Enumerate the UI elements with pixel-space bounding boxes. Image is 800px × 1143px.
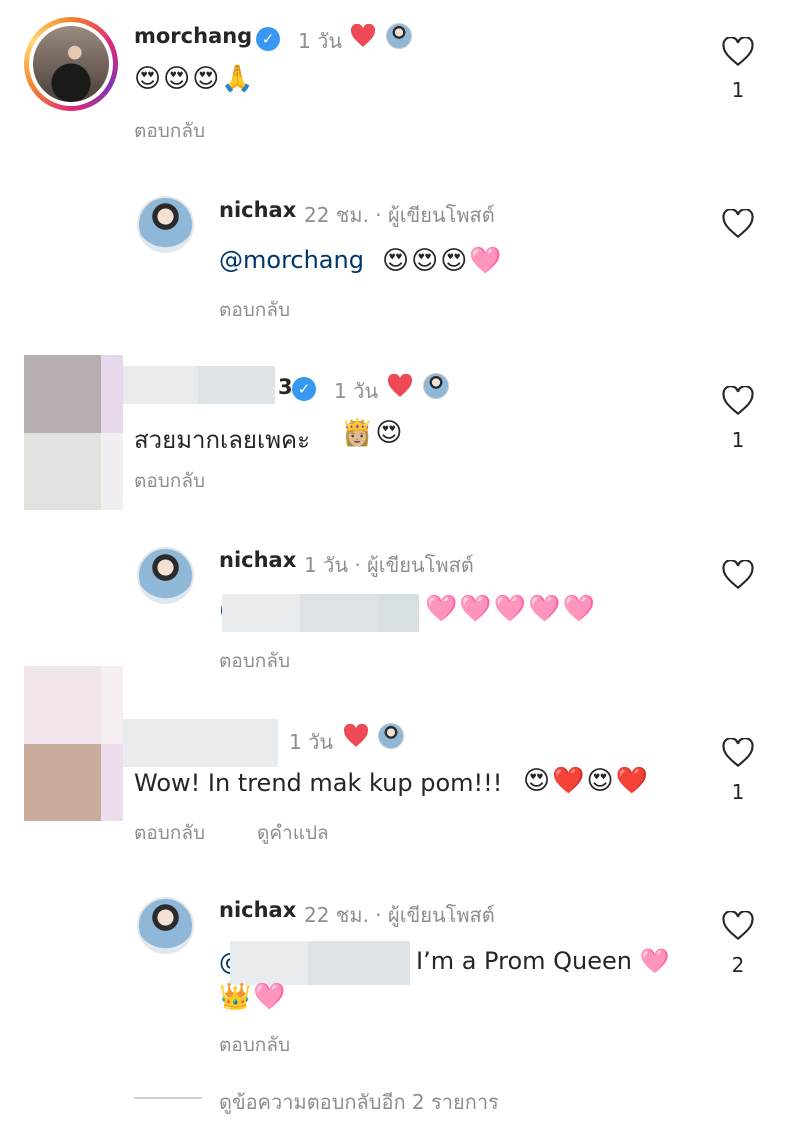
comment-username[interactable]: nichax [219,898,296,922]
avatar-pixel-block [101,355,123,433]
avatar[interactable] [137,897,194,954]
comment-time: 1 วัน [298,29,342,53]
comment-text: I’m a Prom Queen 🩷 [416,947,670,975]
translate-button[interactable]: ดูคำแปล [257,818,329,848]
red-heart-icon [387,373,413,402]
redacted-username [123,719,278,767]
avatar-pixel-block[interactable] [24,355,101,433]
verified-badge-icon: ✓ [256,27,280,51]
heart-outline-icon[interactable] [722,560,754,590]
comment-meta: 22 ชม. · ผู้เขียนโพสต์ [304,203,495,227]
comment-text: 😍😍😍🙏 [134,64,256,94]
comment-text: 🩷🩷🩷🩷🩷 [425,594,597,624]
divider-line [134,1097,202,1099]
author-avatar-mini [378,723,404,749]
author-avatar-mini [386,23,412,49]
redacted-mention-part [300,594,378,632]
comment-text: สวยมากเลยเพคะ [134,426,310,454]
username-tail: 3 [278,375,293,399]
comment-meta: 1 วัน · ผู้เขียนโพสต์ [304,553,474,577]
heart-outline-icon[interactable] [722,738,754,768]
view-more-replies-button[interactable]: ดูข้อความตอบกลับอีก 2 รายการ [219,1086,499,1118]
comment-username[interactable]: nichax [219,548,296,572]
author-avatar-mini [423,373,449,399]
comment-text-line2: 👑🩷 [219,982,288,1012]
avatar-pixel-block [24,433,101,510]
reply-button[interactable]: ตอบกลับ [219,1030,290,1060]
reply-button[interactable]: ตอบกลับ [219,646,290,676]
redacted-username-part [198,366,275,404]
avatar-pixel-block [101,744,123,821]
avatar-pixel-block [101,666,123,744]
like-count: 1 [731,78,745,102]
avatar-pixel-block [101,433,123,510]
comment-text: 😍😍😍🩷 [382,246,504,276]
comment-time: 1 วัน [334,379,378,403]
avatar[interactable] [137,547,194,604]
reply-button[interactable]: ตอบกลับ [134,116,205,146]
reply-button[interactable]: ตอบกลับ [134,466,205,496]
verified-badge-icon: ✓ [292,377,316,401]
avatar[interactable] [33,26,109,102]
redacted-mention [222,594,300,632]
comment-username[interactable]: nichax [219,198,296,222]
mention-link[interactable]: @morchang [219,246,364,274]
redacted-mention [230,941,308,985]
comment-text: Wow! In trend mak kup pom!!! [134,769,503,797]
comment-emoji: 😍❤️😍❤️ [523,766,650,796]
redacted-mention-part [378,594,419,632]
comment-meta: 22 ชม. · ผู้เขียนโพสต์ [304,903,495,927]
comment-emoji: 👸🏼😍 [341,418,405,448]
redacted-mention-part [308,941,410,985]
heart-outline-icon[interactable] [722,911,754,941]
red-heart-icon [350,23,376,52]
avatar-pixel-block[interactable] [24,666,101,744]
like-count: 2 [731,953,745,977]
comment-username[interactable]: morchang [134,24,252,48]
avatar-pixel-block [24,744,101,821]
reply-button[interactable]: ตอบกลับ [134,818,205,848]
like-count: 1 [731,780,745,804]
avatar[interactable] [137,196,194,253]
reply-button[interactable]: ตอบกลับ [219,295,290,325]
heart-outline-icon[interactable] [722,386,754,416]
red-heart-icon [343,723,369,752]
like-count: 1 [731,428,745,452]
heart-outline-icon[interactable] [722,209,754,239]
heart-outline-icon[interactable] [722,37,754,67]
comment-time: 1 วัน [289,730,333,754]
